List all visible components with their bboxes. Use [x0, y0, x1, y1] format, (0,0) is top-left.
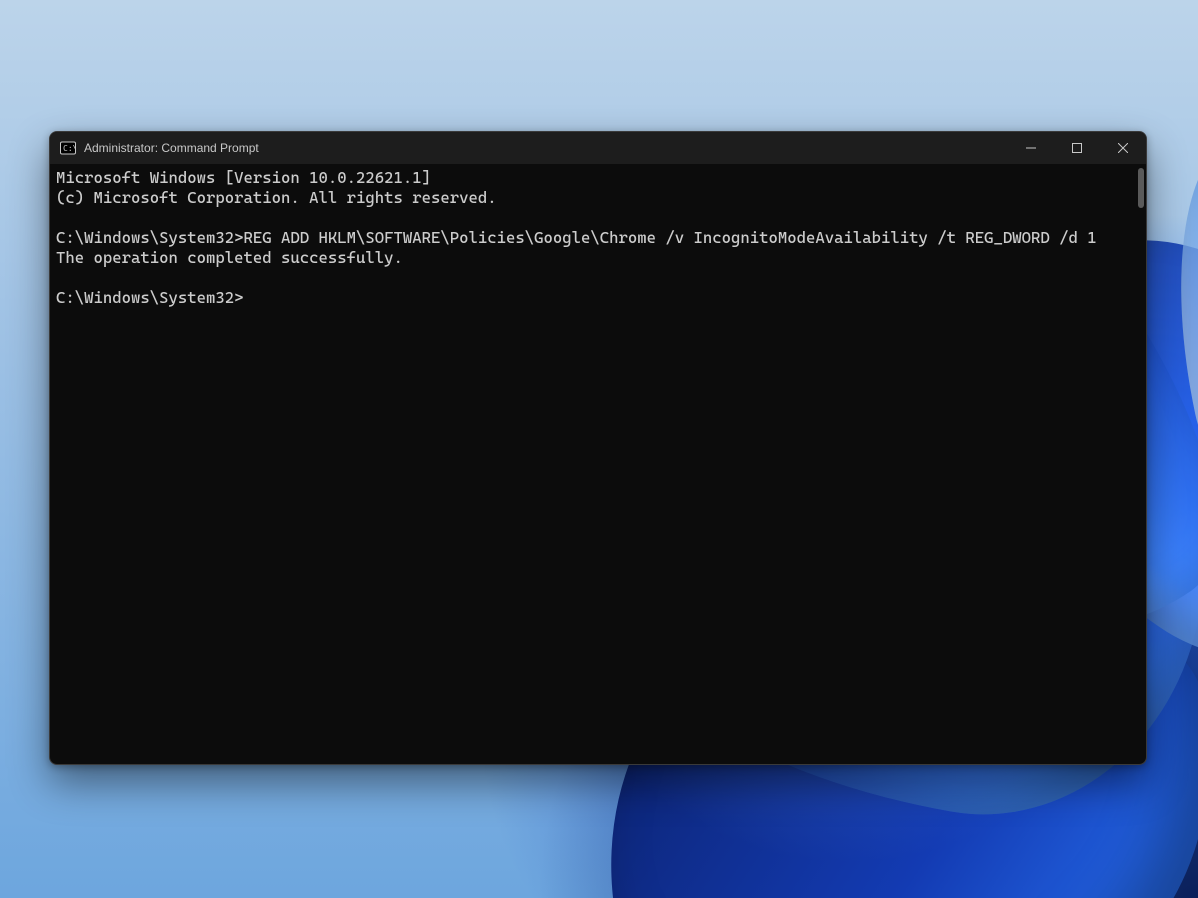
- terminal-output[interactable]: Microsoft Windows [Version 10.0.22621.1]…: [50, 164, 1134, 764]
- terminal-line: (c) Microsoft Corporation. All rights re…: [56, 188, 1126, 208]
- titlebar[interactable]: C:\ Administrator: Command Prompt: [50, 132, 1146, 164]
- scrollbar-thumb[interactable]: [1138, 168, 1144, 208]
- terminal-area: Microsoft Windows [Version 10.0.22621.1]…: [50, 164, 1146, 764]
- terminal-line: [56, 268, 1126, 288]
- window-title: Administrator: Command Prompt: [84, 141, 259, 155]
- terminal-line: [56, 208, 1126, 228]
- terminal-line: C:\Windows\System32>: [56, 288, 1126, 308]
- terminal-line: Microsoft Windows [Version 10.0.22621.1]: [56, 168, 1126, 188]
- svg-text:C:\: C:\: [63, 144, 76, 153]
- command-prompt-window[interactable]: C:\ Administrator: Command Prompt Micros…: [49, 131, 1147, 765]
- cmd-icon: C:\: [60, 140, 76, 156]
- close-button[interactable]: [1100, 132, 1146, 164]
- maximize-button[interactable]: [1054, 132, 1100, 164]
- terminal-line: The operation completed successfully.: [56, 248, 1126, 268]
- minimize-button[interactable]: [1008, 132, 1054, 164]
- terminal-line: C:\Windows\System32>REG ADD HKLM\SOFTWAR…: [56, 228, 1126, 248]
- scrollbar-track[interactable]: [1134, 164, 1146, 764]
